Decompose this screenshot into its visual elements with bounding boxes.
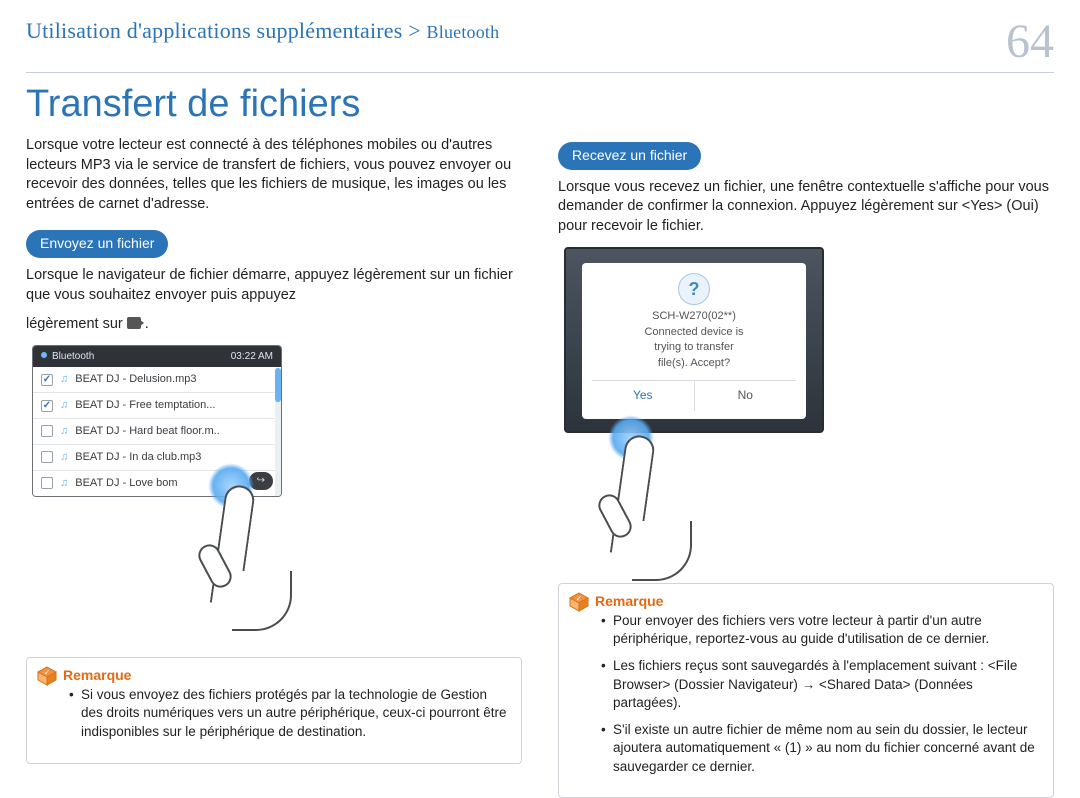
checkbox-icon[interactable]: [41, 374, 53, 386]
file-row[interactable]: ♫ BEAT DJ - Hard beat floor.m..: [33, 419, 281, 445]
checkbox-icon[interactable]: [41, 425, 53, 437]
music-note-icon: ♫: [60, 398, 68, 413]
music-note-icon: ♫: [60, 476, 68, 491]
scrollbar-thumb[interactable]: [275, 368, 281, 402]
dialog-msg-line: file(s). Accept?: [592, 356, 796, 372]
note-header: ✓ Remarque: [569, 592, 663, 612]
page: Utilisation d'applications supplémentair…: [0, 0, 1080, 762]
file-name: BEAT DJ - Love bom: [75, 476, 177, 491]
question-icon: ?: [678, 273, 710, 305]
send-instruction-2-suffix: .: [145, 316, 149, 332]
note-cube-icon: ✓: [37, 666, 57, 686]
breadcrumb: Utilisation d'applications supplémentair…: [26, 18, 499, 44]
note-item: Les fichiers reçus sont sauvegardés à l'…: [601, 657, 1039, 713]
breadcrumb-sep: >: [403, 18, 427, 43]
receive-file-heading: Recevez un fichier: [558, 142, 701, 170]
svg-text:✓: ✓: [44, 668, 51, 677]
checkbox-icon[interactable]: [41, 477, 53, 489]
send-instruction-2-prefix: légèrement sur: [26, 316, 127, 332]
page-title: Transfert de fichiers: [26, 83, 1054, 126]
receive-dialog: ? SCH-W270(02**) Connected device is try…: [582, 263, 806, 419]
checkbox-icon[interactable]: [41, 400, 53, 412]
send-instruction-1: Lorsque le navigateur de fichier démarre…: [26, 266, 522, 305]
dialog-msg-line: trying to transfer: [592, 340, 796, 356]
device-bar-label: Bluetooth: [52, 351, 94, 362]
checkbox-icon[interactable]: [41, 451, 53, 463]
send-instruction-2: légèrement sur .: [26, 315, 522, 335]
file-name: BEAT DJ - Delusion.mp3: [75, 372, 196, 387]
hand-illustration: [32, 499, 282, 639]
note-item: S'il existe un autre fichier de même nom…: [601, 721, 1039, 777]
dialog-msg-line: Connected device is: [592, 325, 796, 341]
note-list: Pour envoyer des fichiers vers votre lec…: [601, 612, 1039, 777]
bluetooth-dot-icon: [41, 352, 47, 358]
right-column: Recevez un fichier Lorsque vous recevez …: [558, 136, 1054, 798]
note-item: Pour envoyer des fichiers vers votre lec…: [601, 612, 1039, 649]
device-bar-time: 03:22 AM: [231, 350, 273, 364]
intro-text: Lorsque votre lecteur est connecté à des…: [26, 136, 522, 214]
file-row[interactable]: ♫ BEAT DJ - Free temptation...: [33, 393, 281, 419]
svg-text:✓: ✓: [576, 594, 583, 603]
yes-button[interactable]: Yes: [592, 381, 695, 410]
dialog-device-line: SCH-W270(02**): [592, 309, 796, 325]
note-label: Remarque: [63, 666, 131, 685]
note-item: Si vous envoyez des fichiers protégés pa…: [69, 686, 507, 742]
receive-instruction: Lorsque vous recevez un fichier, une fen…: [558, 178, 1054, 237]
send-file-heading: Envoyez un fichier: [26, 230, 168, 258]
content-columns: Lorsque votre lecteur est connecté à des…: [26, 136, 1054, 798]
device-status-bar: Bluetooth 03:22 AM: [33, 346, 281, 368]
page-number: 64: [1006, 18, 1054, 66]
send-icon: [127, 317, 141, 329]
file-name: BEAT DJ - Free temptation...: [75, 398, 215, 413]
page-header: Utilisation d'applications supplémentair…: [26, 18, 1054, 73]
note-header: ✓ Remarque: [37, 666, 131, 686]
file-row[interactable]: ♫ BEAT DJ - Delusion.mp3: [33, 367, 281, 393]
note-box-left: ✓ Remarque Si vous envoyez des fichiers …: [26, 657, 522, 765]
hand-icon: [618, 435, 648, 555]
dialog-buttons: Yes No: [592, 380, 796, 410]
device-screenshot-receive: ? SCH-W270(02**) Connected device is try…: [564, 247, 824, 433]
breadcrumb-main: Utilisation d'applications supplémentair…: [26, 18, 403, 43]
note-box-right: ✓ Remarque Pour envoyer des fichiers ver…: [558, 583, 1054, 798]
file-name: BEAT DJ - Hard beat floor.m..: [75, 424, 219, 439]
hand-icon: [218, 485, 248, 605]
hand-illustration: [564, 445, 824, 565]
left-column: Lorsque votre lecteur est connecté à des…: [26, 136, 522, 798]
breadcrumb-sub: Bluetooth: [427, 22, 500, 42]
music-note-icon: ♫: [60, 424, 68, 439]
note-cube-icon: ✓: [569, 592, 589, 612]
file-name: BEAT DJ - In da club.mp3: [75, 450, 201, 465]
no-button[interactable]: No: [695, 381, 797, 410]
music-note-icon: ♫: [60, 450, 68, 465]
music-note-icon: ♫: [60, 372, 68, 387]
note-label: Remarque: [595, 592, 663, 611]
